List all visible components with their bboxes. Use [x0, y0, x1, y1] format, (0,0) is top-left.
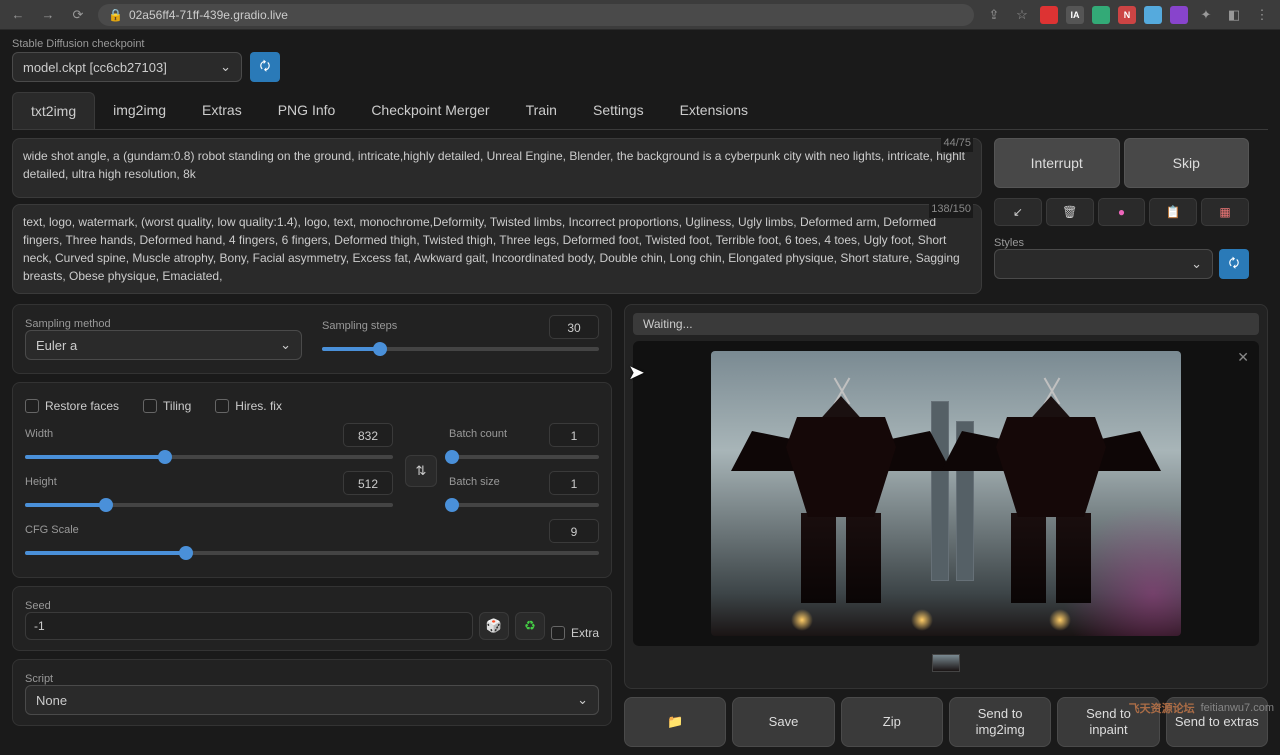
tiling-checkbox[interactable]: Tiling: [143, 399, 191, 413]
send-img2img-button[interactable]: Send to img2img: [949, 697, 1051, 747]
ext-icon-5[interactable]: [1144, 6, 1162, 24]
chevron-down-icon: ⌄: [280, 337, 291, 353]
hires-fix-checkbox[interactable]: Hires. fix: [215, 399, 282, 413]
chevron-down-icon: ⌄: [220, 59, 231, 75]
style-apply-icon[interactable]: ●: [1098, 198, 1146, 226]
close-icon[interactable]: ✕: [1237, 349, 1249, 366]
refresh-checkpoint-button[interactable]: 🗘: [250, 52, 280, 82]
save-style-icon[interactable]: 📋: [1149, 198, 1197, 226]
height-value[interactable]: 512: [343, 471, 393, 495]
reload-icon[interactable]: ⟳: [68, 5, 88, 25]
tab-extras[interactable]: Extras: [184, 92, 260, 129]
paste-icon[interactable]: ↙: [994, 198, 1042, 226]
extra-seed-checkbox[interactable]: Extra: [551, 626, 599, 640]
batch-size-label: Batch size: [449, 476, 500, 488]
menu-icon[interactable]: ⋮: [1252, 5, 1272, 25]
seed-input[interactable]: [25, 612, 473, 640]
chevron-down-icon: ⌄: [577, 692, 588, 708]
url-text: 02a56ff4-71ff-439e.gradio.live: [129, 8, 288, 22]
script-select[interactable]: None ⌄: [25, 685, 599, 715]
sampling-steps-label: Sampling steps: [322, 320, 397, 332]
width-slider[interactable]: [25, 451, 393, 463]
checkpoint-value: model.ckpt [cc6cb27103]: [23, 60, 167, 75]
sampling-method-value: Euler a: [36, 338, 77, 353]
interrupt-button[interactable]: Interrupt: [994, 138, 1120, 188]
styles-label: Styles: [994, 237, 1024, 249]
script-label: Script: [25, 673, 53, 685]
tab-txt2img[interactable]: txt2img: [12, 92, 95, 129]
url-bar[interactable]: 🔒 02a56ff4-71ff-439e.gradio.live: [98, 4, 974, 26]
preview-area: ✕: [633, 341, 1259, 646]
thumbnail[interactable]: [932, 654, 960, 672]
panel-icon[interactable]: ◧: [1224, 5, 1244, 25]
skip-button[interactable]: Skip: [1124, 138, 1250, 188]
sampling-method-label: Sampling method: [25, 318, 111, 330]
status-text: Waiting...: [633, 313, 1259, 335]
seed-label: Seed: [25, 600, 51, 612]
refresh-styles-button[interactable]: 🗘: [1219, 249, 1249, 279]
clear-icon[interactable]: 🗑: [1046, 198, 1094, 226]
height-label: Height: [25, 476, 57, 488]
sampling-method-select[interactable]: Euler a ⌄: [25, 330, 302, 360]
negative-counter: 138/150: [929, 201, 973, 218]
tab-train[interactable]: Train: [508, 92, 575, 129]
cfg-value[interactable]: 9: [549, 519, 599, 543]
checkpoint-label: Stable Diffusion checkpoint: [12, 38, 242, 50]
cfg-label: CFG Scale: [25, 524, 79, 536]
batch-count-label: Batch count: [449, 428, 507, 440]
cfg-slider[interactable]: [25, 547, 599, 559]
tab-settings[interactable]: Settings: [575, 92, 662, 129]
open-folder-button[interactable]: 📁: [624, 697, 726, 747]
restore-faces-checkbox[interactable]: Restore faces: [25, 399, 119, 413]
batch-count-slider[interactable]: [449, 451, 599, 463]
tab-pnginfo[interactable]: PNG Info: [260, 92, 354, 129]
share-icon[interactable]: ⇪: [984, 5, 1004, 25]
negative-prompt[interactable]: 138/150 text, logo, watermark, (worst qu…: [12, 204, 982, 294]
watermark: 飞天资源论坛 feitianwu7.com: [1129, 700, 1274, 716]
star-icon[interactable]: ☆: [1012, 5, 1032, 25]
styles-select[interactable]: ⌄: [994, 249, 1213, 279]
recycle-button[interactable]: ♻: [515, 612, 545, 640]
save-button[interactable]: Save: [732, 697, 834, 747]
ext-icon-3[interactable]: [1092, 6, 1110, 24]
positive-text: wide shot angle, a (gundam:0.8) robot st…: [23, 149, 965, 181]
sampling-steps-value[interactable]: 30: [549, 315, 599, 339]
positive-counter: 44/75: [941, 135, 973, 152]
dice-button[interactable]: 🎲: [479, 612, 509, 640]
height-slider[interactable]: [25, 499, 393, 511]
swap-dims-button[interactable]: ⇅: [405, 455, 437, 487]
chevron-down-icon: ⌄: [1191, 256, 1202, 272]
ext-icon-2[interactable]: IA: [1066, 6, 1084, 24]
ext-icon-6[interactable]: [1170, 6, 1188, 24]
batch-size-slider[interactable]: [449, 499, 599, 511]
back-icon[interactable]: ←: [8, 5, 28, 25]
batch-size-value[interactable]: 1: [549, 471, 599, 495]
width-value[interactable]: 832: [343, 423, 393, 447]
ext-icon-1[interactable]: [1040, 6, 1058, 24]
sampling-steps-slider[interactable]: [322, 343, 599, 355]
tab-checkpoint-merger[interactable]: Checkpoint Merger: [353, 92, 507, 129]
batch-count-value[interactable]: 1: [549, 423, 599, 447]
extensions-icon[interactable]: ✦: [1196, 5, 1216, 25]
tab-img2img[interactable]: img2img: [95, 92, 184, 129]
tab-extensions[interactable]: Extensions: [662, 92, 766, 129]
extra-icon[interactable]: ▦: [1201, 198, 1249, 226]
positive-prompt[interactable]: 44/75 wide shot angle, a (gundam:0.8) ro…: [12, 138, 982, 198]
width-label: Width: [25, 428, 53, 440]
zip-button[interactable]: Zip: [841, 697, 943, 747]
checkpoint-select[interactable]: model.ckpt [cc6cb27103] ⌄: [12, 52, 242, 82]
lock-icon: 🔒: [108, 8, 123, 22]
preview-image[interactable]: [711, 351, 1181, 636]
forward-icon[interactable]: →: [38, 5, 58, 25]
script-value: None: [36, 693, 67, 708]
ext-icon-4[interactable]: N: [1118, 6, 1136, 24]
main-tabs: txt2img img2img Extras PNG Info Checkpoi…: [12, 92, 1268, 130]
negative-text: text, logo, watermark, (worst quality, l…: [23, 215, 960, 283]
